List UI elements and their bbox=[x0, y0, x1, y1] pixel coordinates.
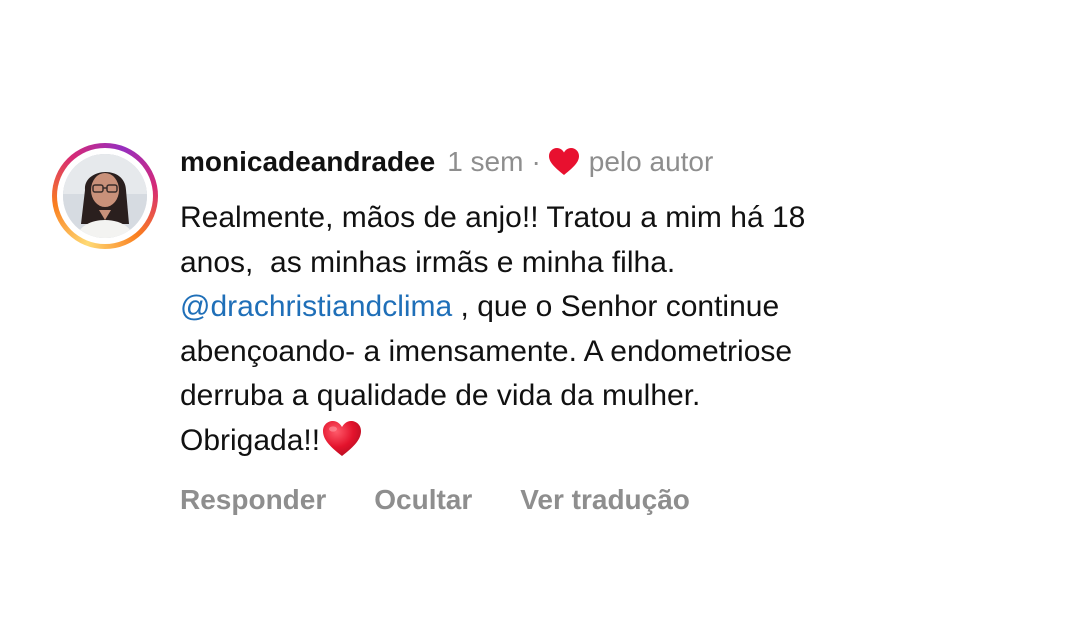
comment-header: monicadeandradee 1 sem · pelo autor bbox=[180, 144, 713, 180]
translate-button[interactable]: Ver tradução bbox=[520, 484, 690, 516]
avatar-story-ring[interactable] bbox=[52, 143, 158, 249]
heart-icon bbox=[548, 148, 579, 176]
avatar[interactable] bbox=[63, 154, 147, 238]
comment: monicadeandradee 1 sem · pelo autor Real… bbox=[0, 0, 1080, 640]
comment-text-line: anos, as minhas irmãs e minha filha. bbox=[180, 245, 676, 279]
comment-text-line: derruba a qualidade de vida da mulher. bbox=[180, 379, 701, 412]
comment-text-line: Realmente, mãos de anjo!! Tratou a mim h… bbox=[180, 201, 806, 234]
comment-text-line: abençoando- a imensamente. A endometrios… bbox=[180, 334, 793, 368]
avatar-border bbox=[57, 148, 153, 244]
comment-text: Realmente, mãos de anjo!! Tratou a mim h… bbox=[180, 196, 1040, 463]
liked-by-author-label: pelo autor bbox=[588, 146, 714, 177]
hide-button[interactable]: Ocultar bbox=[374, 484, 472, 516]
mention-link[interactable]: @drachristiandclima bbox=[180, 290, 452, 323]
avatar-photo-image bbox=[63, 154, 147, 238]
comment-text-line: @drachristiandclima , que o Senhor conti… bbox=[180, 285, 1040, 330]
reply-button[interactable]: Responder bbox=[180, 484, 326, 516]
red-heart-emoji-icon bbox=[322, 420, 362, 458]
comment-actions: Responder Ocultar Ver tradução bbox=[180, 480, 690, 520]
separator-dot: · bbox=[531, 146, 541, 177]
username-link[interactable]: monicadeandradee bbox=[180, 146, 435, 178]
comment-timestamp[interactable]: 1 sem bbox=[447, 146, 523, 178]
comment-text-fragment: Obrigada!! bbox=[180, 423, 321, 457]
comment-text-fragment: , que o Senhor continue bbox=[452, 290, 780, 323]
comment-text-line: Obrigada!! bbox=[180, 419, 1040, 464]
